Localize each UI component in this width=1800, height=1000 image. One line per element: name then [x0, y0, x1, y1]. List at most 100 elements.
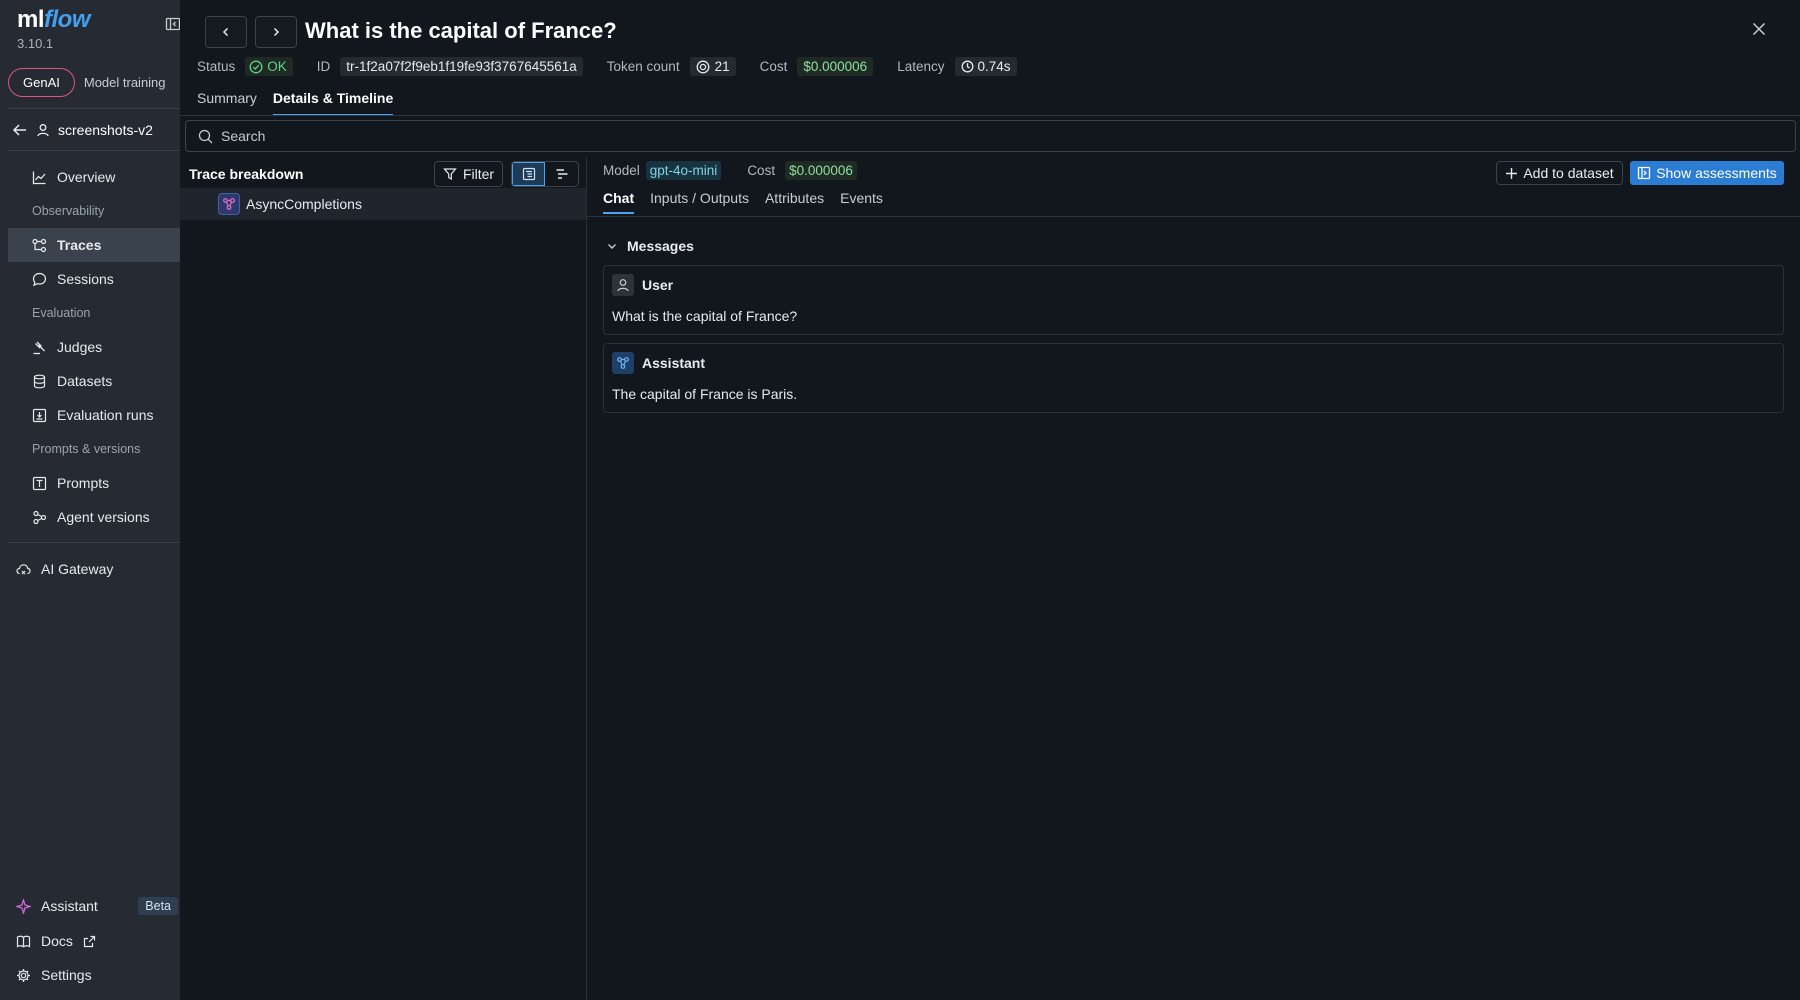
- sidebar-item-label: Prompts: [57, 475, 110, 491]
- next-trace-button[interactable]: [255, 16, 297, 48]
- span-node-icon: [218, 193, 240, 215]
- sidebar-item-label: Sessions: [57, 271, 114, 287]
- message-text: What is the capital of France?: [612, 308, 798, 324]
- timeline-view-button[interactable]: [545, 162, 578, 186]
- span-cost-tag: $0.000006: [785, 161, 857, 180]
- sidebar-collapse-icon[interactable]: [165, 16, 181, 32]
- model-tag: gpt-4o-mini: [645, 161, 722, 180]
- search-input[interactable]: Search: [185, 120, 1796, 152]
- show-assessments-button[interactable]: Show assessments: [1630, 161, 1784, 185]
- sidebar-item-settings[interactable]: Settings: [8, 958, 180, 992]
- token-count-tag: 21: [689, 57, 736, 76]
- external-link-icon: [83, 935, 96, 948]
- experiment-user-icon: [36, 123, 50, 137]
- sidebar-item-overview[interactable]: Overview: [8, 160, 180, 194]
- filter-button[interactable]: Filter: [434, 161, 503, 187]
- span-cost-label: Cost: [747, 163, 776, 178]
- list-tree-icon: [522, 167, 536, 181]
- add-to-dataset-label: Add to dataset: [1523, 165, 1614, 181]
- evaluation-runs-icon: [32, 408, 47, 423]
- span-detail-panel: Model gpt-4o-mini Cost $0.000006 Add to …: [587, 158, 1800, 1000]
- tab-summary[interactable]: Summary: [197, 90, 257, 116]
- sidebar-item-judges[interactable]: Judges: [8, 330, 180, 364]
- tab-inputs-outputs[interactable]: Inputs / Outputs: [650, 190, 749, 214]
- tab-events[interactable]: Events: [840, 190, 883, 214]
- sidebar-item-label: Agent versions: [57, 509, 150, 525]
- sidebar-item-agent-versions[interactable]: Agent versions: [8, 500, 180, 534]
- trace-breakdown-panel: Trace breakdown Filter AsyncCompletions: [180, 158, 587, 1000]
- messages-toggle[interactable]: Messages: [607, 238, 694, 254]
- section-prompts-versions: Prompts & versions: [32, 442, 141, 456]
- message-header: Assistant: [612, 352, 705, 374]
- version-label: 3.10.1: [17, 36, 54, 51]
- close-icon[interactable]: [1752, 22, 1766, 36]
- sidebar-item-label: Assistant: [41, 898, 98, 914]
- message-card-assistant: Assistant The capital of France is Paris…: [603, 343, 1784, 413]
- filter-icon: [443, 167, 457, 181]
- sidebar-item-sessions[interactable]: Sessions: [8, 262, 180, 296]
- mode-tab-model-training[interactable]: Model training: [75, 69, 175, 96]
- trace-detail-drawer: What is the capital of France? Status OK…: [180, 0, 1800, 1000]
- trace-title: What is the capital of France?: [305, 18, 617, 43]
- add-to-dataset-button[interactable]: Add to dataset: [1496, 161, 1623, 185]
- agent-versions-icon: [32, 510, 47, 525]
- traces-icon: [32, 238, 47, 253]
- chevron-down-icon: [607, 241, 617, 251]
- back-arrow-icon[interactable]: [12, 122, 28, 138]
- section-observability: Observability: [32, 204, 105, 218]
- mlflow-logo[interactable]: mlflow: [17, 6, 91, 34]
- sidebar-item-label: Docs: [41, 933, 73, 949]
- database-icon: [32, 374, 47, 389]
- messages-label: Messages: [627, 238, 694, 254]
- logo-ml-text: ml: [17, 6, 45, 33]
- span-row[interactable]: AsyncCompletions: [180, 188, 586, 220]
- sidebar-item-label: Overview: [57, 169, 116, 185]
- sidebar-item-label: Datasets: [57, 373, 113, 389]
- logo-flow-text: flow: [44, 6, 91, 33]
- search-placeholder: Search: [221, 128, 266, 144]
- span-name: AsyncCompletions: [246, 196, 362, 212]
- sparkle-icon: [16, 898, 31, 914]
- gateway-icon: [16, 562, 31, 577]
- previous-trace-button[interactable]: [205, 16, 247, 48]
- mode-tab-genai[interactable]: GenAI: [8, 68, 75, 97]
- sidebar-item-label: Judges: [57, 339, 103, 355]
- check-circle-icon: [249, 60, 263, 74]
- tab-attributes[interactable]: Attributes: [765, 190, 824, 214]
- chat-bubble-icon: [32, 272, 47, 287]
- experiment-selector[interactable]: screenshots-v2: [12, 122, 153, 138]
- sidebar: mlflow 3.10.1 GenAI Model training scree…: [0, 0, 181, 1000]
- assessments-panel-icon: [1637, 166, 1651, 180]
- status-value: OK: [267, 59, 287, 74]
- id-label: ID: [316, 59, 331, 74]
- sidebar-divider: [8, 150, 180, 151]
- sidebar-item-assistant[interactable]: Assistant Beta: [8, 889, 180, 923]
- prompt-text-icon: [32, 476, 47, 491]
- gear-icon: [16, 968, 31, 983]
- message-header: User: [612, 274, 673, 296]
- token-count-value: 21: [714, 59, 730, 74]
- sidebar-item-traces[interactable]: Traces: [8, 228, 180, 262]
- tab-details-timeline[interactable]: Details & Timeline: [272, 90, 394, 116]
- sidebar-item-ai-gateway[interactable]: AI Gateway: [8, 552, 180, 586]
- user-icon: [612, 274, 634, 296]
- message-text: The capital of France is Paris.: [612, 386, 798, 402]
- span-tabs-divider: [587, 216, 1800, 217]
- tabs-divider: [180, 115, 1800, 116]
- model-label: Model: [603, 163, 640, 178]
- tree-view-button[interactable]: [512, 162, 545, 186]
- tab-chat[interactable]: Chat: [603, 190, 635, 214]
- search-icon: [198, 129, 213, 144]
- sidebar-item-docs[interactable]: Docs: [8, 924, 180, 958]
- filter-label: Filter: [462, 166, 495, 182]
- token-count-label: Token count: [606, 59, 680, 74]
- token-icon: [696, 60, 710, 74]
- span-model-row: Model gpt-4o-mini Cost $0.000006: [603, 161, 857, 180]
- sidebar-item-datasets[interactable]: Datasets: [8, 364, 180, 398]
- trace-id-tag[interactable]: tr-1f2a07f2f9eb1f19fe93f3767645561a: [340, 57, 583, 76]
- latency-label: Latency: [897, 59, 945, 74]
- sidebar-item-prompts[interactable]: Prompts: [8, 466, 180, 500]
- sidebar-item-evaluation-runs[interactable]: Evaluation runs: [8, 398, 180, 432]
- sidebar-item-label: Evaluation runs: [57, 407, 154, 423]
- clock-icon: [961, 60, 974, 73]
